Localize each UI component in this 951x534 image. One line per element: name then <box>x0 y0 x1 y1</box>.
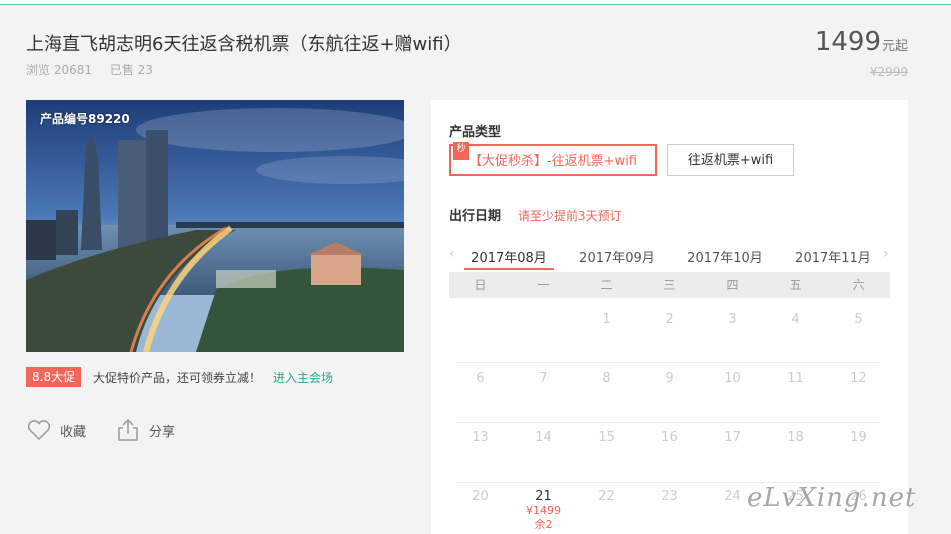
calendar-day-number: 9 <box>665 371 674 386</box>
product-code: 产品编号89220 <box>40 112 130 126</box>
calendar-day-2: 2 <box>640 312 700 327</box>
product-title: 上海直飞胡志明6天往返含税机票（东航往返+赠wifi） <box>26 34 462 55</box>
calendar-day-number: 15 <box>598 430 615 445</box>
calendar-day-number: 7 <box>539 371 548 386</box>
heart-outline-icon <box>26 417 52 443</box>
product-stats: 浏览 20681 已售 23 <box>26 61 167 78</box>
calendar-day-number: 19 <box>850 430 867 445</box>
calendar-day-8: 8 <box>577 371 637 386</box>
share-button[interactable]: 分享 <box>115 417 175 443</box>
weekday-sun: 日 <box>474 278 487 292</box>
calendar-day-number: 24 <box>724 489 741 504</box>
calendar-day-18: 18 <box>766 430 826 445</box>
weekday-wed: 三 <box>663 278 676 292</box>
watermark: eLvXing.net <box>747 483 917 513</box>
sold-count: 已售 23 <box>109 63 153 77</box>
calendar-row-divider <box>457 422 880 423</box>
calendar-day-4: 4 <box>766 312 826 327</box>
calendar-day-12: 12 <box>829 371 889 386</box>
chevron-left-icon[interactable]: ‹ <box>449 246 455 262</box>
tab-month-oct[interactable]: 2017年10月 <box>680 247 770 266</box>
calendar-day-number: 5 <box>854 312 863 327</box>
calendar-day-number: 20 <box>472 489 489 504</box>
calendar-day-5: 5 <box>829 312 889 327</box>
weekday-tue: 二 <box>600 278 613 292</box>
calendar-day-number: 14 <box>535 430 552 445</box>
weekday-fri: 五 <box>789 278 802 292</box>
flash-sale-tag: 秒 <box>453 142 469 160</box>
calendar-day-6: 6 <box>451 371 511 386</box>
option-roundtrip-wifi[interactable]: 往返机票+wifi <box>667 144 794 176</box>
calendar-day-number: 23 <box>661 489 678 504</box>
calendar-day-number: 11 <box>787 371 804 386</box>
view-count: 浏览 20681 <box>26 63 92 77</box>
weekday-thu: 四 <box>726 278 739 292</box>
calendar-day-number: 21 <box>535 489 552 504</box>
calendar-day-17: 17 <box>703 430 763 445</box>
calendar-day-16: 16 <box>640 430 700 445</box>
calendar-day-number: 1 <box>602 312 611 327</box>
calendar-day-number: 10 <box>724 371 741 386</box>
promo-badge: 8.8大促 <box>26 367 82 387</box>
calendar-day-number: 18 <box>787 430 804 445</box>
option-flash-sale[interactable]: 【大促秒杀】-往返机票+wifi <box>449 144 657 176</box>
calendar-day-20: 20 <box>451 489 511 504</box>
calendar-day-19: 19 <box>829 430 889 445</box>
calendar-day-1: 1 <box>577 312 637 327</box>
price-unit: 元起 <box>881 39 908 54</box>
travel-date-label: 出行日期 <box>449 209 502 224</box>
calendar-day-stock: 余2 <box>534 518 553 531</box>
share-label: 分享 <box>149 424 176 440</box>
active-month-indicator <box>464 268 554 270</box>
original-price: ¥2999 <box>869 65 908 79</box>
weekday-sat: 六 <box>852 278 865 292</box>
calendar-day-number: 12 <box>850 371 867 386</box>
calendar-day-number: 17 <box>724 430 741 445</box>
calendar-row-divider <box>457 362 880 363</box>
calendar-day-number: 16 <box>661 430 678 445</box>
calendar-day-10: 10 <box>703 371 763 386</box>
calendar-day-3: 3 <box>703 312 763 327</box>
tab-month-nov[interactable]: 2017年11月 <box>788 247 878 266</box>
booking-panel: 产品类型 【大促秒杀】-往返机票+wifi 秒 往返机票+wifi 出行日期 请… <box>431 100 908 534</box>
main-venue-link[interactable]: 进入主会场 <box>273 369 333 386</box>
price: 1499元起 <box>815 27 908 57</box>
promo-text: 大促特价产品，还可领券立减！ <box>93 371 262 385</box>
favorite-button[interactable]: 收藏 <box>26 417 86 443</box>
calendar-day-9: 9 <box>640 371 700 386</box>
calendar-day-number: 2 <box>665 312 674 327</box>
calendar-day-11: 11 <box>766 371 826 386</box>
calendar-day-21[interactable]: 21 ¥1499 余2 <box>514 489 574 532</box>
calendar-day-7: 7 <box>514 371 574 386</box>
tab-month-sep[interactable]: 2017年09月 <box>572 247 662 266</box>
weekday-mon: 一 <box>537 278 550 292</box>
calendar-day-14: 14 <box>514 430 574 445</box>
product-type-label: 产品类型 <box>449 125 502 140</box>
tab-month-aug[interactable]: 2017年08月 <box>464 247 554 266</box>
calendar-day-15: 15 <box>577 430 637 445</box>
calendar-day-number: 4 <box>791 312 800 327</box>
calendar-day-number: 22 <box>598 489 615 504</box>
favorite-label: 收藏 <box>60 424 87 440</box>
chevron-right-icon[interactable]: › <box>883 246 889 262</box>
weekday-header: 日 一 二 三 四 五 六 <box>449 272 890 298</box>
calendar-day-number: 3 <box>728 312 737 327</box>
calendar-day-number: 6 <box>476 371 485 386</box>
price-value: 1499 <box>814 27 881 57</box>
date-hint: 请至少提前3天预订 <box>518 209 622 223</box>
calendar-day-price: ¥1499 <box>526 504 561 517</box>
calendar-day-23: 23 <box>640 489 700 504</box>
product-photo <box>26 100 404 352</box>
share-upload-icon <box>115 417 141 443</box>
calendar-day-number: 13 <box>472 430 489 445</box>
calendar-day-22: 22 <box>577 489 637 504</box>
calendar-day-13: 13 <box>451 430 511 445</box>
calendar-day-number: 8 <box>602 371 611 386</box>
top-border <box>0 0 951 5</box>
